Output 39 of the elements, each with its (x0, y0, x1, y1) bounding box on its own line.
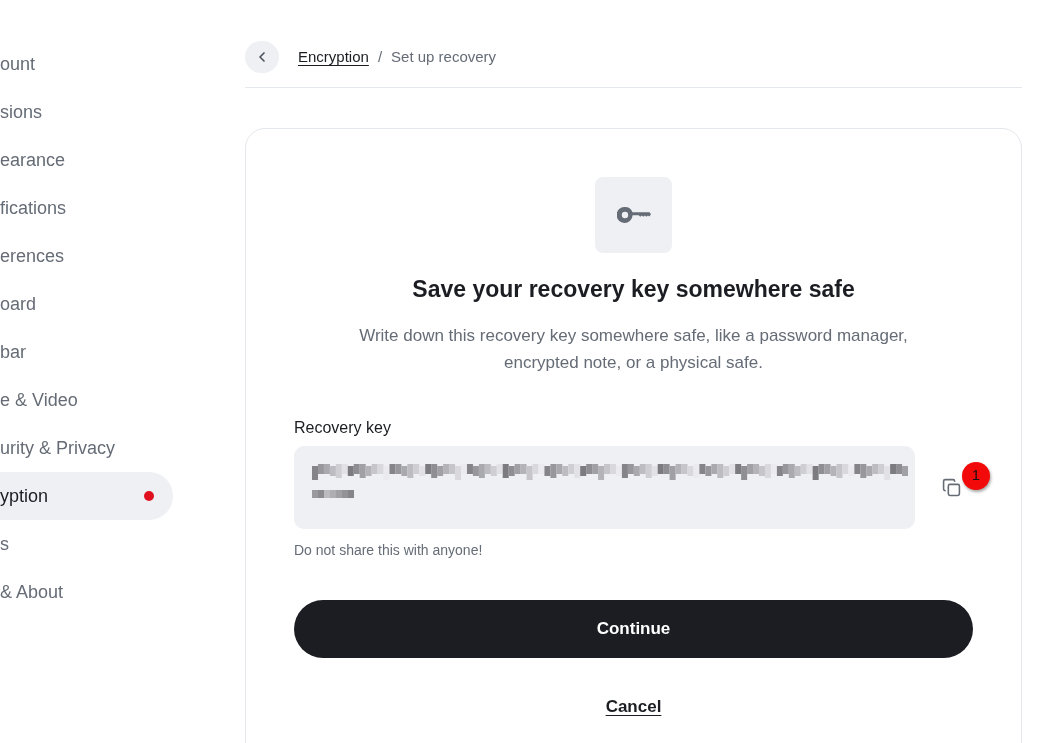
field-label: Recovery key (294, 418, 392, 438)
copy-button[interactable] (940, 476, 962, 499)
sidebar-item-label: s (0, 532, 9, 556)
sidebar-item[interactable]: fications (0, 184, 173, 232)
breadcrumb-current: Set up recovery (391, 46, 497, 67)
sidebar-item[interactable]: erences (0, 232, 173, 280)
sidebar-item-label: yption (0, 484, 49, 508)
sidebar-item[interactable]: bar (0, 328, 173, 376)
sidebar-item-label: earance (0, 148, 66, 172)
breadcrumb-link[interactable]: Encryption (298, 45, 369, 69)
sidebar-item-label: & About (0, 580, 64, 604)
sidebar-item[interactable]: & About (0, 568, 173, 616)
sidebar-item-label: erences (0, 244, 65, 268)
sidebar-item[interactable]: earance (0, 136, 173, 184)
key-icon (616, 207, 651, 223)
continue-button[interactable]: Continue (294, 600, 973, 658)
sidebar-item-label: e & Video (0, 388, 78, 412)
sidebar-item[interactable]: s (0, 520, 173, 568)
sidebar-item-label: fications (0, 196, 67, 220)
sidebar-item[interactable]: e & Video (0, 376, 173, 424)
card-title: Save your recovery key somewhere safe (411, 276, 856, 302)
cancel-link[interactable]: Cancel (605, 695, 662, 719)
breadcrumb-separator: / (377, 46, 383, 67)
sidebar-item-label: ount (0, 52, 36, 76)
field-hint: Do not share this with anyone! (294, 541, 484, 560)
recovery-key-field[interactable] (294, 446, 915, 529)
sidebar-item-label: urity & Privacy (0, 436, 116, 460)
count-badge: 1 (962, 461, 990, 490)
sidebar-item[interactable]: oard (0, 280, 173, 328)
back-button[interactable] (245, 41, 279, 73)
sidebar-item[interactable]: ount (0, 40, 173, 88)
sidebar-item-label: bar (0, 340, 26, 364)
sidebar-item[interactable]: yption (0, 472, 173, 520)
sidebar-item[interactable]: urity & Privacy (0, 424, 173, 472)
sidebar-item[interactable]: sions (0, 88, 173, 136)
card-description: Write down this recovery key somewhere safe, like a password manager, encrypted note, or a physical safe. (358, 325, 909, 374)
sidebar-item-label: oard (0, 292, 37, 316)
sidebar-item-label: sions (0, 100, 43, 124)
copy-icon (941, 478, 961, 497)
